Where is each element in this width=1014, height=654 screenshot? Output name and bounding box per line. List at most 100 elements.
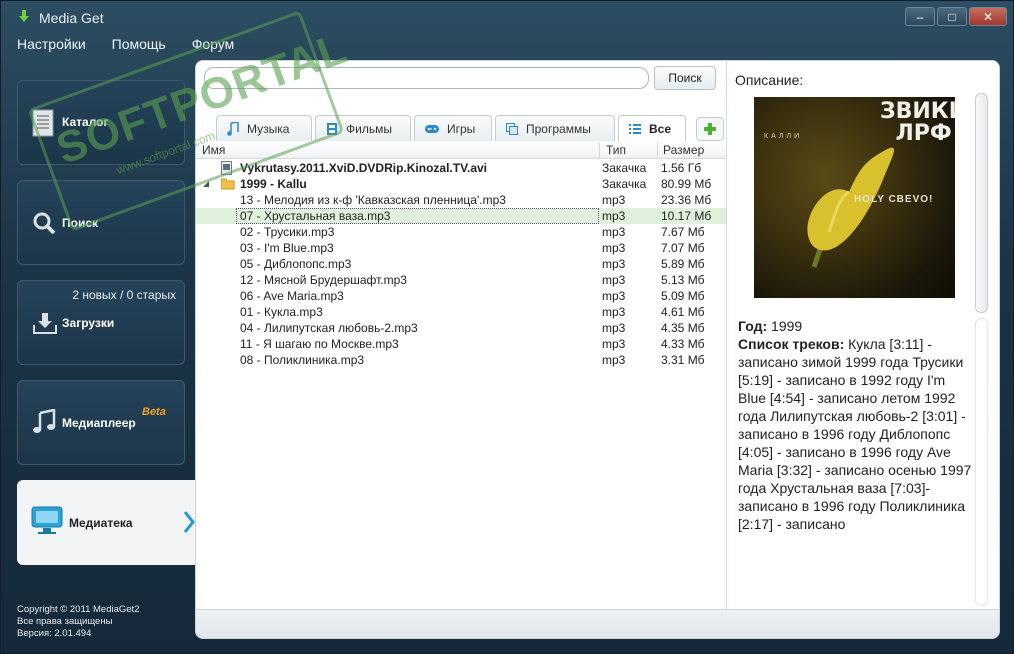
- copyright-text: Copyright © 2011 MediaGet2: [17, 604, 140, 615]
- collapse-arrow-icon[interactable]: [203, 181, 210, 187]
- menu-help[interactable]: Помощь: [112, 36, 166, 52]
- column-size[interactable]: Размер: [663, 143, 704, 157]
- column-separator[interactable]: [599, 142, 600, 159]
- sidebar-item-search[interactable]: Поиск: [17, 180, 185, 265]
- menu-settings[interactable]: Настройки: [17, 36, 86, 52]
- row-size: 5.09 Мб: [661, 289, 705, 303]
- table-header: Имя Тип Размер: [196, 142, 726, 159]
- row-type: mp3: [602, 321, 626, 335]
- add-tab-button[interactable]: [696, 117, 724, 141]
- scroll-thumb[interactable]: [975, 93, 988, 313]
- column-separator[interactable]: [657, 142, 658, 159]
- category-tabs: Музыка Фильмы Игры Программы Все: [196, 113, 726, 141]
- row-name: 07 - Хрустальная ваза.mp3: [240, 209, 391, 223]
- tracks-label: Список треков:: [738, 336, 845, 352]
- tab-programs[interactable]: Программы: [495, 115, 615, 141]
- window-title: Media Get: [39, 10, 104, 26]
- row-size: 4.61 Мб: [661, 305, 705, 319]
- version-text: Версия: 2.01.494: [17, 628, 92, 639]
- sidebar-item-catalog[interactable]: Каталог: [17, 80, 185, 165]
- table-row[interactable]: 02 - Трусики.mp3 mp3 7.67 Мб: [196, 224, 726, 240]
- tab-label: Программы: [526, 121, 591, 136]
- row-name: 01 - Кукла.mp3: [240, 305, 323, 319]
- row-size: 5.89 Мб: [661, 257, 705, 271]
- tab-all[interactable]: Все: [618, 115, 686, 141]
- tracks-text: Кукла [3:11] - записано зимой 1999 года …: [738, 336, 972, 532]
- table-row[interactable]: 13 - Мелодия из к-ф 'Кавказская пленница…: [196, 192, 726, 208]
- row-size: 10.17 Мб: [661, 209, 712, 223]
- row-type: mp3: [602, 289, 626, 303]
- gamepad-icon: [425, 124, 439, 133]
- table-row[interactable]: 05 - Диблопопс.mp3 mp3 5.89 Мб: [196, 256, 726, 272]
- pane-splitter[interactable]: [726, 61, 727, 609]
- row-name: 04 - Лилипутская любовь-2.mp3: [240, 321, 418, 335]
- sidebar-item-player[interactable]: Медиаплеер Beta: [17, 380, 185, 465]
- app-window: Media Get ‒ □ ✕ Настройки Помощь Форум К…: [0, 0, 1014, 654]
- table-row[interactable]: 11 - Я шагаю по Москве.mp3 mp3 4.33 Мб: [196, 336, 726, 352]
- downloads-counter: 2 новых / 0 старых: [72, 288, 176, 302]
- row-name: 06 - Ave Maria.mp3: [240, 289, 344, 303]
- tab-films[interactable]: Фильмы: [315, 115, 411, 141]
- table-row[interactable]: 1999 - Kallu Закачка 80.99 Мб: [196, 176, 726, 192]
- table-row-selected[interactable]: 07 - Хрустальная ваза.mp3 mp3 10.17 Мб: [196, 208, 726, 224]
- footer: Copyright © 2011 MediaGet2 Все права защ…: [17, 604, 139, 640]
- note-icon: [227, 121, 239, 136]
- table-row[interactable]: Vykrutasy.2011.XviD.DVDRip.Kinozal.TV.av…: [196, 160, 726, 176]
- description-title: Описание:: [735, 72, 804, 88]
- row-type: mp3: [602, 353, 626, 367]
- row-size: 7.67 Мб: [661, 225, 705, 239]
- tab-music[interactable]: Музыка: [216, 115, 312, 141]
- row-name: 1999 - Kallu: [240, 177, 307, 191]
- row-size: 1.56 Гб: [661, 161, 702, 175]
- minimize-button[interactable]: ‒: [905, 7, 935, 26]
- sidebar-label-downloads: Загрузки: [62, 316, 115, 330]
- tab-label: Все: [649, 121, 672, 136]
- tab-label: Музыка: [247, 121, 290, 136]
- maximize-button[interactable]: □: [937, 7, 967, 26]
- cover-logo-text: ЗВИКИ ЛРФ: [880, 99, 955, 146]
- table-row[interactable]: 03 - I'm Blue.mp3 mp3 7.07 Мб: [196, 240, 726, 256]
- search-input[interactable]: [204, 67, 649, 89]
- status-strip: [196, 609, 999, 638]
- column-type[interactable]: Тип: [606, 143, 626, 157]
- search-button[interactable]: Поиск: [654, 66, 716, 90]
- plus-icon: [704, 123, 716, 135]
- row-type: Закачка: [602, 161, 647, 175]
- sidebar-item-library[interactable]: Медиатека: [17, 480, 197, 565]
- list-icon: [629, 123, 641, 134]
- year-value: 1999: [771, 318, 803, 334]
- row-type: mp3: [602, 257, 626, 271]
- sidebar-label-search: Поиск: [62, 216, 99, 230]
- sidebar-label-catalog: Каталог: [62, 115, 109, 129]
- catalog-list-icon: [32, 109, 54, 137]
- row-type: mp3: [602, 305, 626, 319]
- row-name: 05 - Диблопопс.mp3: [240, 257, 352, 271]
- table-row[interactable]: 01 - Кукла.mp3 mp3 4.61 Мб: [196, 304, 726, 320]
- table-row[interactable]: 06 - Ave Maria.mp3 mp3 5.09 Мб: [196, 288, 726, 304]
- scroll-track[interactable]: [975, 318, 988, 606]
- row-type: mp3: [602, 241, 626, 255]
- album-cover: ЗВИКИ ЛРФ КАЛЛИ HOLY CBEVO!: [754, 97, 955, 298]
- row-name: 12 - Мясной Брудершафт.mp3: [240, 273, 407, 287]
- row-type: mp3: [602, 209, 626, 223]
- title-bar: Media Get ‒ □ ✕: [1, 1, 1013, 33]
- sidebar-item-downloads[interactable]: 2 новых / 0 старых Загрузки: [17, 280, 185, 365]
- table-row[interactable]: 12 - Мясной Брудершафт.mp3 mp3 5.13 Мб: [196, 272, 726, 288]
- row-size: 7.07 Мб: [661, 241, 705, 255]
- tab-games[interactable]: Игры: [414, 115, 492, 141]
- description-text: Год: 1999 Список треков: Кукла [3:11] - …: [738, 317, 973, 533]
- chevron-right-icon: [183, 511, 195, 533]
- table-row[interactable]: 08 - Поликлиника.mp3 mp3 3.31 Мб: [196, 352, 726, 368]
- row-name: 08 - Поликлиника.mp3: [240, 353, 365, 367]
- window-stack-icon: [506, 122, 518, 135]
- menu-forum[interactable]: Форум: [192, 36, 235, 52]
- description-scrollbar[interactable]: [973, 93, 990, 608]
- monitor-icon: [31, 506, 63, 534]
- file-list: Vykrutasy.2011.XviD.DVDRip.Kinozal.TV.av…: [196, 160, 726, 368]
- column-name[interactable]: Имя: [202, 143, 225, 157]
- close-button[interactable]: ✕: [969, 7, 1007, 26]
- tab-label: Игры: [447, 121, 476, 136]
- table-row[interactable]: 04 - Лилипутская любовь-2.mp3 mp3 4.35 М…: [196, 320, 726, 336]
- cover-album-label: HOLY CBEVO!: [854, 194, 934, 205]
- download-tray-icon: [33, 313, 57, 334]
